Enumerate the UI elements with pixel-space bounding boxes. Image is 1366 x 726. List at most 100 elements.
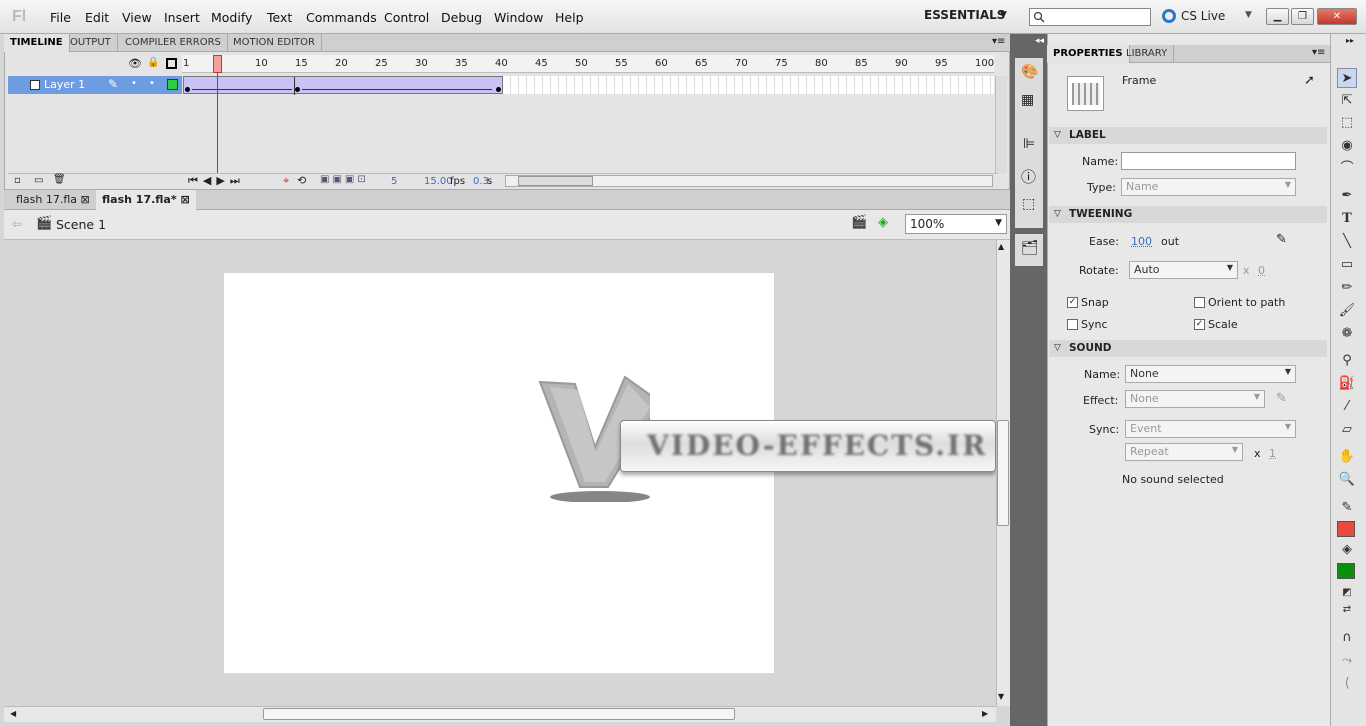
lasso-tool-icon[interactable]: ⌒ [1337,159,1357,179]
transform-icon[interactable]: ⬚ [1022,196,1035,212]
brush-tool-icon[interactable]: 🖌 [1337,301,1357,321]
edit-scene-icon[interactable]: 🎬 [851,215,867,230]
menu-view[interactable]: View [122,10,152,25]
subselection-tool-icon[interactable]: ⇱ [1337,91,1357,111]
onion-skin-icons[interactable]: ▣▣▣⊡ [320,174,369,185]
smooth-icon[interactable]: ⤳ [1337,651,1357,671]
timeline-hscroll[interactable] [505,175,993,187]
scale-checkbox[interactable]: ✓ [1194,319,1205,330]
bone-tool-icon[interactable]: ⚲ [1337,351,1357,371]
loop-icon[interactable]: ⟲ [297,174,306,187]
back-arrow-icon[interactable]: ⇦ [12,217,22,231]
close-button[interactable]: ✕ [1317,8,1357,25]
edit-ease-icon[interactable]: ✎ [1276,232,1287,247]
delete-icon[interactable]: 🗑 [53,174,66,185]
eyedropper-tool-icon[interactable]: ⁄ [1337,397,1357,417]
workspace-switcher[interactable]: ESSENTIALS [924,8,1005,22]
rotate-select[interactable]: Auto ▼ [1129,261,1238,279]
pen-tool-icon[interactable]: ✒ [1337,186,1357,206]
paint-bucket-tool-icon[interactable]: ⛽ [1337,374,1357,394]
menu-control[interactable]: Control [384,10,429,25]
rectangle-tool-icon[interactable]: ▭ [1337,255,1357,275]
scroll-thumb[interactable] [518,176,593,186]
close-icon[interactable]: ⊠ [81,193,90,206]
scroll-left-icon[interactable]: ◀ [10,709,16,718]
repeat-count[interactable]: 1 [1269,447,1276,460]
ease-value[interactable]: 100 [1131,235,1152,248]
scroll-down-icon[interactable]: ▼ [998,692,1004,701]
tab-motion-editor[interactable]: MOTION EDITOR [227,34,322,52]
text-banner[interactable]: VIDEO-EFFECTS.IR [620,420,996,472]
vscroll-thumb[interactable] [997,420,1009,526]
sync-checkbox[interactable] [1067,319,1078,330]
visibility-dot[interactable]: • [131,78,137,89]
rotate-count[interactable]: 0 [1258,264,1265,277]
hand-tool-icon[interactable]: ✋ [1337,447,1357,467]
components-icon[interactable]: 🗂 [1021,240,1039,256]
sound-sync-select[interactable]: Event ▼ [1125,420,1296,438]
timeline-vscroll[interactable] [995,76,1007,173]
motion-tween-span[interactable] [183,76,503,95]
chevron-down-icon[interactable]: ▼ [1000,10,1007,20]
3d-rotation-tool-icon[interactable]: ◉ [1337,136,1357,156]
eraser-tool-icon[interactable]: ▱ [1337,420,1357,440]
menu-text[interactable]: Text [267,10,292,25]
pencil-tool-icon[interactable]: ✏ [1337,278,1357,298]
free-transform-tool-icon[interactable]: ⬚ [1337,113,1357,133]
chevron-down-icon[interactable]: ▼ [1245,10,1252,20]
scene-name[interactable]: Scene 1 [56,217,106,232]
tab-output[interactable]: OUTPUT [64,34,118,52]
edit-effect-icon[interactable]: ✎ [1276,391,1287,406]
fill-color-swatch[interactable] [1337,563,1355,579]
section-tweening[interactable]: ▽ TWEENING [1049,206,1327,223]
menu-file[interactable]: File [50,10,71,25]
tab-document-1[interactable]: flash 17.fla ⊠ [10,190,96,210]
expand-icon[interactable]: ▸▸ [1346,36,1354,45]
panel-menu-icon[interactable]: ▾≡ [992,36,1005,47]
chevron-down-icon[interactable]: ▼ [995,218,1002,228]
menu-edit[interactable]: Edit [85,10,109,25]
zoom-tool-icon[interactable]: 🔍 [1337,470,1357,490]
frame-rate[interactable]: 15.00 [424,176,453,187]
collapse-icon[interactable]: ◂◂ [1035,36,1044,46]
scroll-up-icon[interactable]: ▲ [998,242,1004,251]
tab-document-2[interactable]: flash 17.fla* ⊠ [96,190,196,210]
outline-icon[interactable] [166,58,177,69]
current-frame[interactable]: 5 [391,176,397,187]
restore-button[interactable]: ❐ [1291,8,1314,25]
playback-controls[interactable]: ⏮◀▶⏭ [188,174,245,188]
stroke-color-swatch[interactable] [1337,521,1355,537]
tab-timeline[interactable]: TIMELINE [4,34,70,52]
swatches-icon[interactable]: ▦ [1021,92,1034,108]
label-type-select[interactable]: Name ▼ [1121,178,1296,196]
scroll-right-icon[interactable]: ▶ [982,709,988,718]
keyframe[interactable] [295,87,300,92]
playhead[interactable] [213,55,222,73]
menu-insert[interactable]: Insert [164,10,200,25]
keyframe[interactable] [496,87,501,92]
swap-colors-icon[interactable]: ⇄ [1337,600,1357,620]
color-icon[interactable]: 🎨 [1021,64,1038,80]
orient-checkbox[interactable] [1194,297,1205,308]
menu-window[interactable]: Window [494,10,543,25]
search-input[interactable] [1029,8,1151,26]
center-frame-icon[interactable]: ⌖ [283,174,289,188]
new-folder-icon[interactable]: ▭ [34,175,43,186]
section-sound[interactable]: ▽ SOUND [1049,340,1327,357]
keyframe[interactable] [185,87,190,92]
snap-checkbox[interactable]: ✓ [1067,297,1078,308]
stage[interactable] [224,273,774,673]
cs-live-button[interactable]: CS Live [1181,9,1225,23]
menu-help[interactable]: Help [555,10,584,25]
lock-dot[interactable]: • [149,78,155,89]
close-icon[interactable]: ⊠ [180,193,189,206]
sound-name-select[interactable]: None ▼ [1125,365,1296,383]
selection-tool-icon[interactable]: ➤ [1337,68,1357,88]
minimize-button[interactable]: ▁ [1266,8,1289,25]
deco-tool-icon[interactable]: ❁ [1337,324,1357,344]
hscroll-thumb[interactable] [263,708,735,720]
text-tool-icon[interactable]: T [1337,209,1357,229]
snap-magnet-icon[interactable]: ∩ [1337,628,1357,648]
edit-symbols-icon[interactable]: ◈ [878,215,888,230]
straighten-icon[interactable]: ⟨ [1337,674,1357,694]
